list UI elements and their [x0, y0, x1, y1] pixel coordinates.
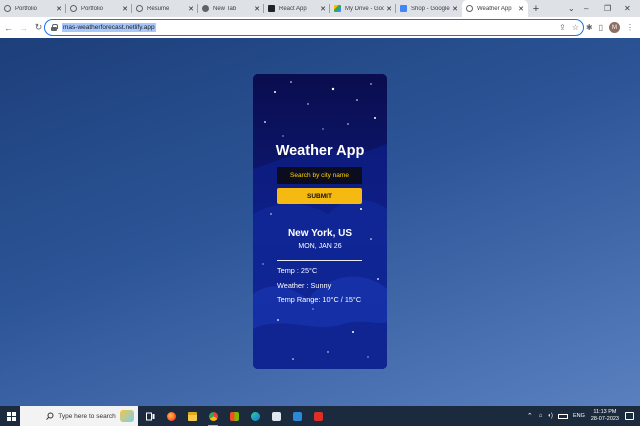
react-icon [268, 5, 275, 12]
address-bar[interactable]: mas-weatherforecast.netlify.app ⇪ ☆ [44, 19, 584, 36]
back-icon[interactable]: ← [2, 20, 15, 35]
photos-icon[interactable] [268, 406, 284, 426]
close-icon[interactable]: ✕ [452, 5, 458, 13]
share-icon[interactable]: ⇪ [559, 23, 566, 32]
submit-button[interactable]: SUBMIT [277, 188, 362, 204]
tab-portfolio-2[interactable]: Portfolio ✕ [66, 0, 132, 17]
tab-title: Shop - Google D [411, 5, 450, 12]
notification-icon[interactable] [625, 412, 634, 420]
system-clock[interactable]: 11:13 PM 28-07-2023 [591, 409, 619, 423]
browser-tab-strip: Portfolio ✕ Portfolio ✕ Resume ✕ New Tab… [0, 0, 640, 17]
close-icon[interactable]: ✕ [254, 5, 260, 13]
edge-icon[interactable] [247, 406, 263, 426]
globe-icon [466, 5, 473, 12]
language-indicator[interactable]: ENG [573, 413, 585, 419]
google-drive-icon [334, 5, 341, 12]
network-icon[interactable]: ⌂ [539, 413, 543, 419]
system-tray: ⌃ ⌂ ◖) ENG 11:13 PM 28-07-2023 [527, 406, 640, 426]
tab-title: Weather App [477, 5, 512, 12]
file-explorer-icon[interactable] [184, 406, 200, 426]
weather-condition-text: Weather : Sunny [277, 281, 332, 290]
city-name: New York, US [287, 228, 353, 239]
new-tab-button[interactable]: + [528, 0, 544, 17]
tab-weather-app[interactable]: Weather App ✕ [462, 0, 528, 17]
temperature-text: Temp : 25°C [277, 266, 318, 275]
google-docs-icon [400, 5, 407, 12]
extensions-icon[interactable]: ✱ [586, 23, 593, 32]
weather-card-content: Weather App SUBMIT New York, US MON, JAN… [253, 74, 387, 369]
forward-icon[interactable]: → [17, 20, 30, 35]
lock-icon[interactable] [51, 24, 58, 31]
task-view-icon[interactable] [142, 406, 158, 426]
tray-overflow-chevron-icon[interactable]: ⌃ [527, 412, 533, 420]
weather-card: Weather App SUBMIT New York, US MON, JAN… [253, 74, 387, 369]
minimize-icon[interactable]: – [584, 0, 588, 17]
tab-shop-google-docs[interactable]: Shop - Google D ✕ [396, 0, 462, 17]
menu-kebab-icon[interactable]: ⋮ [626, 23, 634, 32]
vscode-icon[interactable] [289, 406, 305, 426]
clock-date: 28-07-2023 [590, 416, 619, 422]
app-title: Weather App [275, 143, 365, 159]
globe-icon [136, 5, 143, 12]
close-icon[interactable]: ✕ [518, 5, 524, 13]
city-search-input[interactable] [277, 167, 362, 184]
clock-time: 11:13 PM [593, 409, 617, 415]
globe-icon [70, 5, 77, 12]
tab-title: Resume [147, 5, 170, 12]
tab-title: Portfolio [81, 5, 104, 12]
bookmark-star-icon[interactable]: ☆ [572, 23, 579, 32]
close-icon[interactable]: ✕ [386, 5, 392, 13]
close-icon[interactable]: ✕ [320, 5, 326, 13]
tab-title: React App [279, 5, 307, 12]
page-viewport: Weather App SUBMIT New York, US MON, JAN… [0, 38, 640, 406]
close-icon[interactable]: ✕ [188, 5, 194, 13]
side-panel-icon[interactable]: ▯ [599, 23, 603, 32]
search-icon [46, 412, 54, 420]
close-icon[interactable]: ✕ [122, 5, 128, 13]
tab-new-tab[interactable]: New Tab ✕ [198, 0, 264, 17]
temp-range-text: Temp Range: 10°C / 15°C [277, 295, 362, 304]
browser-toolbar: ← → ↻ mas-weatherforecast.netlify.app ⇪ … [0, 17, 640, 38]
windows-start-icon[interactable] [4, 406, 18, 426]
taskbar-search-placeholder: Type here to search [58, 412, 116, 420]
battery-icon[interactable] [557, 413, 568, 419]
chrome-icon[interactable] [205, 406, 221, 426]
tab-portfolio-1[interactable]: Portfolio ✕ [0, 0, 66, 17]
windows-taskbar: Type here to search ⌃ ⌂ ◖) ENG 11:13 PM … [0, 406, 640, 426]
avatar[interactable]: M [609, 22, 620, 33]
pdf-reader-icon[interactable] [310, 406, 326, 426]
globe-icon [4, 5, 11, 12]
tab-search-chevron-icon[interactable]: ⌄ [568, 0, 575, 17]
date-label: MON, JAN 26 [298, 243, 342, 250]
taskbar-search-box[interactable]: Type here to search [20, 406, 138, 426]
firefox-icon[interactable] [163, 406, 179, 426]
tab-title: My Drive - Goog [345, 5, 385, 12]
search-highlight-icon [120, 410, 134, 422]
tab-title: Portfolio [15, 5, 38, 12]
chrome-icon [202, 5, 209, 12]
close-icon[interactable]: ✕ [56, 5, 62, 13]
microsoft-store-icon[interactable] [226, 406, 242, 426]
tab-react-app[interactable]: React App ✕ [264, 0, 330, 17]
tab-resume[interactable]: Resume ✕ [132, 0, 198, 17]
close-window-icon[interactable]: ✕ [624, 0, 631, 17]
restore-icon[interactable]: ❐ [604, 0, 611, 17]
volume-icon[interactable]: ◖) [547, 413, 553, 419]
url-text[interactable]: mas-weatherforecast.netlify.app [62, 23, 156, 32]
tab-my-drive[interactable]: My Drive - Goog ✕ [330, 0, 396, 17]
tab-title: New Tab [213, 5, 237, 12]
divider [277, 260, 362, 261]
